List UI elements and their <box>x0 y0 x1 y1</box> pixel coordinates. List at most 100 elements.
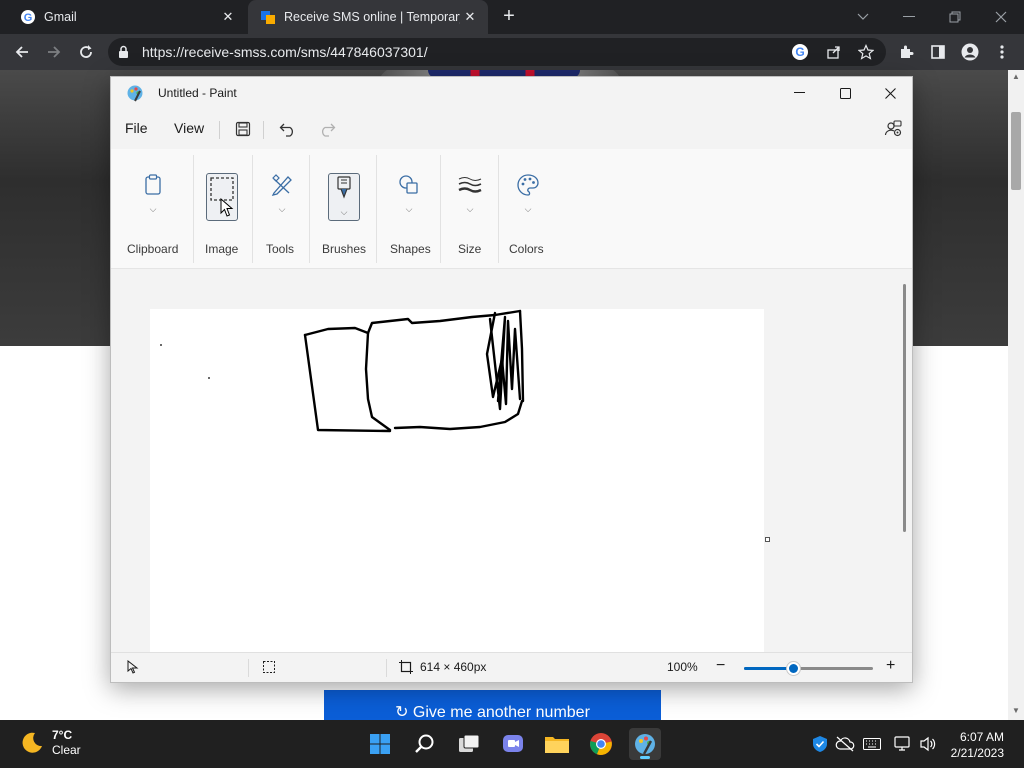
moon-icon <box>22 732 42 753</box>
taskbar-clock[interactable]: 6:07 AM 2/21/2023 <box>951 729 1004 761</box>
shapes-icon <box>397 173 421 200</box>
colors-button[interactable]: ⌵ <box>512 173 544 221</box>
group-clipboard: ⌵ Clipboard <box>125 149 195 269</box>
paint-statusbar: 614 × 460px 100% − + <box>111 652 912 682</box>
restore-icon[interactable] <box>932 0 978 34</box>
chevron-down-icon: ⌵ <box>149 204 157 214</box>
site-favicon-icon <box>260 9 276 25</box>
group-label: Clipboard <box>127 242 179 256</box>
menu-view[interactable]: View <box>174 120 204 136</box>
size-button[interactable]: ⌵ <box>454 173 486 221</box>
zoom-slider-thumb[interactable] <box>787 662 801 675</box>
google-lens-icon[interactable]: G <box>788 40 812 64</box>
paint-close-icon[interactable] <box>867 77 913 109</box>
tools-button[interactable]: ⌵ <box>266 173 298 221</box>
volume-icon[interactable] <box>918 734 938 754</box>
paint-maximize-icon[interactable] <box>822 77 868 109</box>
folder-icon <box>545 737 569 753</box>
weather-temperature: 7°C <box>52 728 73 742</box>
chrome-icon <box>590 733 612 755</box>
undo-icon[interactable] <box>277 118 299 140</box>
zoom-slider-fill <box>744 667 794 670</box>
group-image: Image <box>195 149 253 269</box>
shapes-button[interactable]: ⌵ <box>393 173 425 221</box>
weather-widget[interactable]: 7°C Clear <box>20 728 81 758</box>
close-window-icon[interactable] <box>978 0 1024 34</box>
paint-taskbar-button[interactable] <box>629 728 661 760</box>
paint-minimize-icon[interactable] <box>776 77 822 109</box>
task-view-icon <box>459 734 480 752</box>
give-another-number-button[interactable]: ↻ Give me another number <box>324 690 661 720</box>
keyboard-icon[interactable] <box>862 734 882 754</box>
menu-file[interactable]: File <box>125 120 148 136</box>
google-icon: G <box>20 9 36 25</box>
chevron-down-icon: ⌵ <box>466 204 474 214</box>
zoom-slider[interactable] <box>744 662 873 675</box>
chevron-down-icon: ⌵ <box>405 204 413 214</box>
brushes-button[interactable]: ⌵ <box>328 173 360 221</box>
drawing-canvas[interactable] <box>150 309 764 652</box>
chrome-taskbar-button[interactable] <box>585 728 617 760</box>
tab-title: Receive SMS online | Temporary <box>284 10 460 24</box>
browser-toolbar: https://receive-smss.com/sms/44784603730… <box>0 34 1024 70</box>
reload-button[interactable] <box>74 40 98 64</box>
group-colors: ⌵ Colors <box>500 149 562 269</box>
chrome-menu-icon[interactable] <box>990 40 1014 64</box>
save-icon[interactable] <box>232 118 254 140</box>
bookmark-star-icon[interactable] <box>854 40 878 64</box>
zoom-out-button[interactable]: − <box>716 657 725 675</box>
address-bar[interactable]: https://receive-smss.com/sms/44784603730… <box>108 38 886 66</box>
teams-chat-button[interactable] <box>497 728 529 760</box>
clock-time: 6:07 AM <box>959 730 1004 744</box>
clipboard-button[interactable]: ⌵ <box>137 173 169 221</box>
page-scrollbar[interactable]: ▲ ▼ <box>1008 70 1024 720</box>
scrollbar-thumb[interactable] <box>1011 112 1021 190</box>
file-explorer-button[interactable] <box>541 728 573 760</box>
scroll-down-icon[interactable]: ▼ <box>1012 706 1020 715</box>
network-icon[interactable] <box>893 734 913 754</box>
chevron-down-icon: ⌵ <box>340 207 348 217</box>
scroll-up-icon[interactable]: ▲ <box>1012 72 1020 81</box>
tab-title: Gmail <box>44 10 77 24</box>
profile-avatar-icon[interactable] <box>958 40 982 64</box>
share-icon[interactable] <box>822 40 846 64</box>
paint-titlebar[interactable]: Untitled - Paint <box>111 77 912 109</box>
paint-window: Untitled - Paint File View ⌵ Clipboard I… <box>110 76 913 683</box>
close-tab-icon[interactable]: ✕ <box>218 7 238 27</box>
back-button[interactable] <box>10 40 34 64</box>
forward-button[interactable] <box>42 40 66 64</box>
paint-workspace <box>111 270 912 652</box>
windows-logo-icon <box>370 734 390 754</box>
canvas-resize-handle[interactable] <box>765 537 770 542</box>
onedrive-offline-icon[interactable] <box>835 734 855 754</box>
zoom-percent[interactable]: 100% <box>667 660 698 674</box>
zoom-in-button[interactable]: + <box>886 657 895 675</box>
defender-shield-icon[interactable] <box>810 734 830 754</box>
extensions-icon[interactable] <box>894 40 918 64</box>
group-label: Image <box>205 242 239 256</box>
paint-app-icon <box>126 84 144 105</box>
tab-gmail[interactable]: G Gmail ✕ <box>8 0 246 34</box>
start-button[interactable] <box>364 728 396 760</box>
redo-icon[interactable] <box>316 118 338 140</box>
close-tab-icon[interactable]: ✕ <box>460 7 480 27</box>
task-view-button[interactable] <box>453 728 485 760</box>
selection-size-icon <box>262 660 276 674</box>
tab-search-icon[interactable] <box>840 0 886 34</box>
tab-receive-sms[interactable]: Receive SMS online | Temporary ✕ <box>248 0 488 34</box>
search-icon <box>415 734 434 753</box>
ribbon-divider <box>498 155 499 263</box>
group-label: Shapes <box>390 242 431 256</box>
url-text: https://receive-smss.com/sms/44784603730… <box>142 44 428 60</box>
lock-icon[interactable] <box>118 45 129 62</box>
side-panel-icon[interactable] <box>926 40 950 64</box>
new-tab-button[interactable]: + <box>498 6 520 27</box>
account-settings-icon[interactable] <box>882 118 904 140</box>
taskbar-search-button[interactable] <box>409 728 441 760</box>
group-label: Colors <box>509 242 544 256</box>
windows-taskbar: 7°C Clear 6:07 AM 2/21/2023 <box>0 720 1024 768</box>
paint-menubar: File View <box>111 109 912 149</box>
minimize-icon[interactable] <box>886 0 932 34</box>
paint-vertical-scrollbar[interactable] <box>903 284 906 532</box>
pencil-eraser-icon <box>270 173 294 200</box>
